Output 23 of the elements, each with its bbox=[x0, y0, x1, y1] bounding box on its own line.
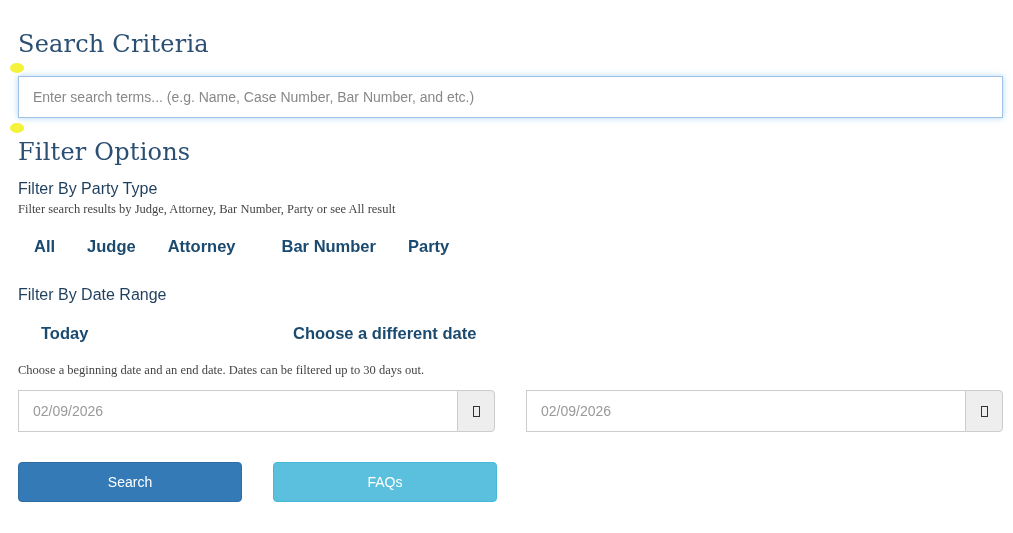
selection-handle-icon[interactable] bbox=[10, 63, 24, 73]
search-field[interactable]: Enter search terms... (e.g. Name, Case Number, Bar Number, and etc.) bbox=[18, 76, 1003, 118]
calendar-icon bbox=[980, 405, 988, 417]
calendar-icon bbox=[472, 405, 480, 417]
date-range-tab[interactable]: Choose a different date bbox=[293, 324, 477, 343]
party-type-tab[interactable]: Party bbox=[392, 237, 450, 256]
party-type-tab[interactable]: Attorney bbox=[151, 237, 266, 256]
date-hint: Choose a beginning date and an end date. Dates can be filtered up to 30 days out. bbox=[18, 363, 426, 378]
party-type-tab[interactable]: Bar Number bbox=[265, 237, 392, 256]
calendar-button[interactable] bbox=[965, 390, 1003, 432]
filter-label: Filter By Date Range bbox=[18, 286, 168, 304]
date-field[interactable]: 02/09/2026 bbox=[18, 390, 457, 432]
party-type-tab[interactable]: All bbox=[18, 237, 72, 256]
section-heading: Search Criteria bbox=[18, 30, 210, 58]
filter-hint: Filter search results by Judge, Attorney, Bar Number, Party or see All result bbox=[18, 202, 397, 217]
date-range-tab[interactable]: Today bbox=[41, 324, 293, 343]
date-field[interactable]: 02/09/2026 bbox=[526, 390, 965, 432]
filter-label: Filter By Party Type bbox=[18, 180, 159, 198]
section-heading: Filter Options bbox=[18, 138, 192, 166]
calendar-button[interactable] bbox=[457, 390, 495, 432]
search-button[interactable]: Search bbox=[18, 462, 242, 502]
selection-handle-icon[interactable] bbox=[10, 123, 24, 133]
party-type-tab[interactable]: Judge bbox=[71, 237, 152, 256]
